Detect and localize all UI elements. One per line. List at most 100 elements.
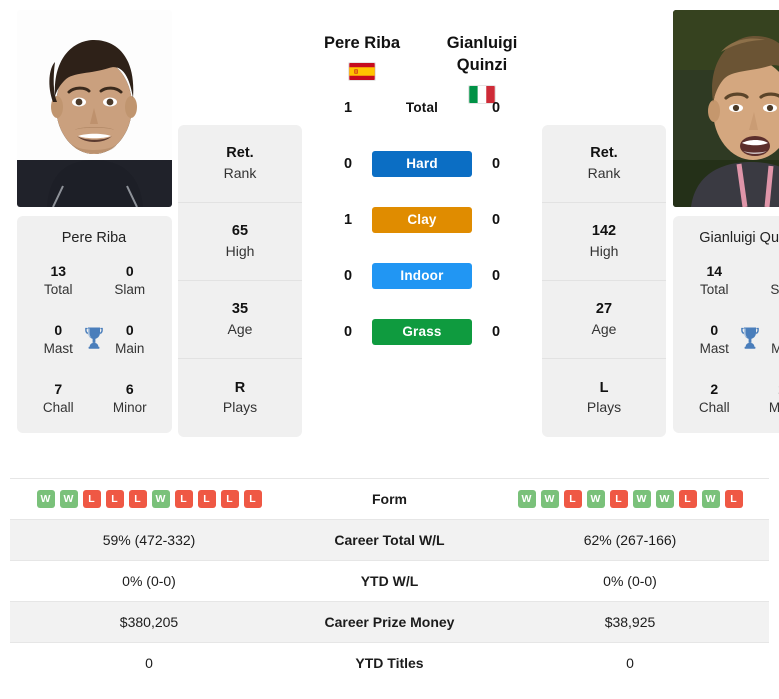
h2h-grass-badge[interactable]: Grass: [372, 318, 472, 345]
right-titles-mast: 0 Mast: [679, 321, 751, 358]
right-rank-rank-label: Rank: [587, 164, 621, 181]
right-rank-plays-label: Plays: [586, 399, 622, 416]
form-badge-win: W: [540, 490, 559, 508]
right-rank-plays-value: L: [599, 379, 609, 396]
right-titles-slam-label: Slam: [770, 281, 779, 297]
left-player-column: Pere Riba 13 Total 0 Slam 0 Mast 0 Main …: [10, 10, 178, 434]
left-titles-minor-value: 6: [125, 381, 134, 398]
form-badge-loss: L: [243, 490, 262, 508]
form-badge-win: W: [632, 490, 651, 508]
comparison-stats-table: WWLLLWLLLL Form WWLWLWWLWL 59% (472-332)…: [10, 478, 769, 684]
right-titles-slam: 0 Slam: [750, 262, 779, 299]
right-rank-plays: L Plays: [542, 359, 666, 437]
left-rank-card: Ret. Rank 65 High 35 Age R Plays: [178, 125, 302, 437]
right-titles-chall: 2 Chall: [679, 380, 751, 417]
right-titles-slam-value: 0: [750, 262, 779, 281]
right-rank-high-value: 142: [591, 223, 617, 240]
form-badge-win: W: [701, 490, 720, 508]
h2h-row-total: 1 Total 0: [335, 80, 509, 136]
form-badge-win: W: [655, 490, 674, 508]
left-titles-main: 0 Main: [94, 321, 166, 358]
h2h-clay-badge[interactable]: Clay: [372, 206, 472, 233]
left-rank-age-value: 35: [231, 301, 249, 318]
table-row-ytd-titles: 0 YTD Titles 0: [10, 642, 769, 684]
right-titles-card-name: Gianluigi Quinzi: [699, 230, 779, 246]
left-titles-mast: 0 Mast: [23, 321, 95, 358]
form-badge-loss: L: [220, 490, 239, 508]
form-badge-loss: L: [174, 490, 193, 508]
left-titles-chall-label: Chall: [42, 400, 74, 416]
right-titles-mast-label: Mast: [699, 341, 729, 356]
right-career-prize-money: $38,925: [604, 614, 656, 630]
right-player-column: Gianluigi Quinzi 14 Total 0 Slam 0 Mast: [666, 10, 779, 434]
left-titles-grid: 13 Total 0 Slam 0 Mast 0 Main 7 Chall 6 …: [23, 262, 166, 417]
left-rank-rank-value: Ret.: [226, 145, 254, 162]
right-titles-card: Gianluigi Quinzi 14 Total 0 Slam 0 Mast: [672, 216, 779, 434]
h2h-clay-right: 0: [491, 211, 501, 228]
right-titles-main: 0 Main: [750, 321, 779, 358]
right-rank-column: Ret. Rank 142 High 27 Age L Plays: [542, 10, 666, 437]
table-row-career-total-wl: 59% (472-332) Career Total W/L 62% (267-…: [10, 519, 769, 561]
right-rank-age-label: Age: [591, 320, 617, 337]
right-rank-high: 142 High: [542, 203, 666, 281]
form-badge-loss: L: [128, 490, 147, 508]
left-career-total-wl: 59% (472-332): [102, 532, 196, 548]
left-titles-total-label: Total: [43, 281, 73, 297]
left-player-photo[interactable]: [16, 10, 172, 207]
head-to-head-column: Pere Riba Gianluigi Quinzi 1 Total 0 0 H…: [302, 10, 542, 360]
left-rank-age: 35 Age: [178, 281, 302, 359]
h2h-total-label: Total: [405, 100, 439, 116]
right-player-photo[interactable]: [672, 10, 779, 207]
right-titles-minor-label: Minor: [768, 400, 779, 416]
h2h-hard-badge[interactable]: Hard: [372, 150, 472, 177]
form-badge-loss: L: [105, 490, 124, 508]
right-titles-main-label: Main: [771, 341, 779, 356]
left-rank-plays: R Plays: [178, 359, 302, 437]
right-player-name: Gianluigi Quinzi: [446, 34, 518, 75]
left-titles-slam: 0 Slam: [94, 262, 166, 299]
row-label-career-total-wl: Career Total W/L: [334, 532, 445, 548]
head-to-head-table: 1 Total 0 0 Hard 0 1 Clay 0 0 Indoor 0 0…: [335, 80, 509, 360]
left-form-strip: WWLLLWLLLL: [10, 490, 288, 508]
form-badge-win: W: [59, 490, 78, 508]
left-rank-plays-label: Plays: [222, 399, 258, 416]
player-comparison-page: Pere Riba 13 Total 0 Slam 0 Mast 0 Main …: [0, 0, 779, 699]
comparison-header: Pere Riba 13 Total 0 Slam 0 Mast 0 Main …: [0, 0, 779, 478]
h2h-hard-left: 0: [343, 155, 353, 172]
form-badge-win: W: [36, 490, 55, 508]
h2h-row-clay: 1 Clay 0: [335, 192, 509, 248]
right-titles-main-value: 0: [750, 321, 779, 340]
h2h-total-right: 0: [491, 99, 501, 116]
table-row-form: WWLLLWLLLL Form WWLWLWWLWL: [10, 478, 769, 520]
form-badge-loss: L: [82, 490, 101, 508]
h2h-row-hard: 0 Hard 0: [335, 136, 509, 192]
left-titles-mast-value: 0: [54, 322, 63, 339]
row-label-career-prize-money: Career Prize Money: [324, 614, 455, 630]
left-titles-total-value: 13: [50, 263, 67, 279]
right-titles-total-value: 14: [706, 263, 723, 279]
left-rank-high-label: High: [225, 242, 255, 259]
left-player-name-block: Pere Riba: [302, 32, 422, 82]
left-rank-high-value: 65: [231, 223, 249, 240]
left-ytd-wl: 0% (0-0): [122, 573, 176, 589]
left-rank-column: Ret. Rank 65 High 35 Age R Plays: [178, 10, 302, 437]
left-titles-total: 13 Total: [23, 262, 95, 299]
h2h-indoor-badge[interactable]: Indoor: [372, 262, 472, 289]
left-titles-card-name: Pere Riba: [61, 230, 127, 246]
table-row-career-prize-money: $380,205 Career Prize Money $38,925: [10, 601, 769, 643]
left-ytd-titles: 0: [145, 655, 153, 672]
h2h-indoor-left: 0: [343, 267, 353, 284]
right-titles-chall-value: 2: [710, 381, 719, 398]
left-rank-rank: Ret. Rank: [178, 125, 302, 203]
right-titles-chall-label: Chall: [698, 400, 730, 416]
right-titles-mast-value: 0: [710, 322, 719, 339]
left-rank-age-label: Age: [227, 320, 253, 337]
left-titles-slam-label: Slam: [114, 281, 146, 297]
table-row-ytd-wl: 0% (0-0) YTD W/L 0% (0-0): [10, 560, 769, 602]
right-form-strip: WWLWLWWLWL: [491, 490, 769, 508]
left-rank-high: 65 High: [178, 203, 302, 281]
left-titles-chall: 7 Chall: [23, 380, 95, 417]
right-rank-age: 27 Age: [542, 281, 666, 359]
right-form-cell: WWLWLWWLWL: [491, 479, 769, 520]
h2h-clay-left: 1: [343, 211, 353, 228]
